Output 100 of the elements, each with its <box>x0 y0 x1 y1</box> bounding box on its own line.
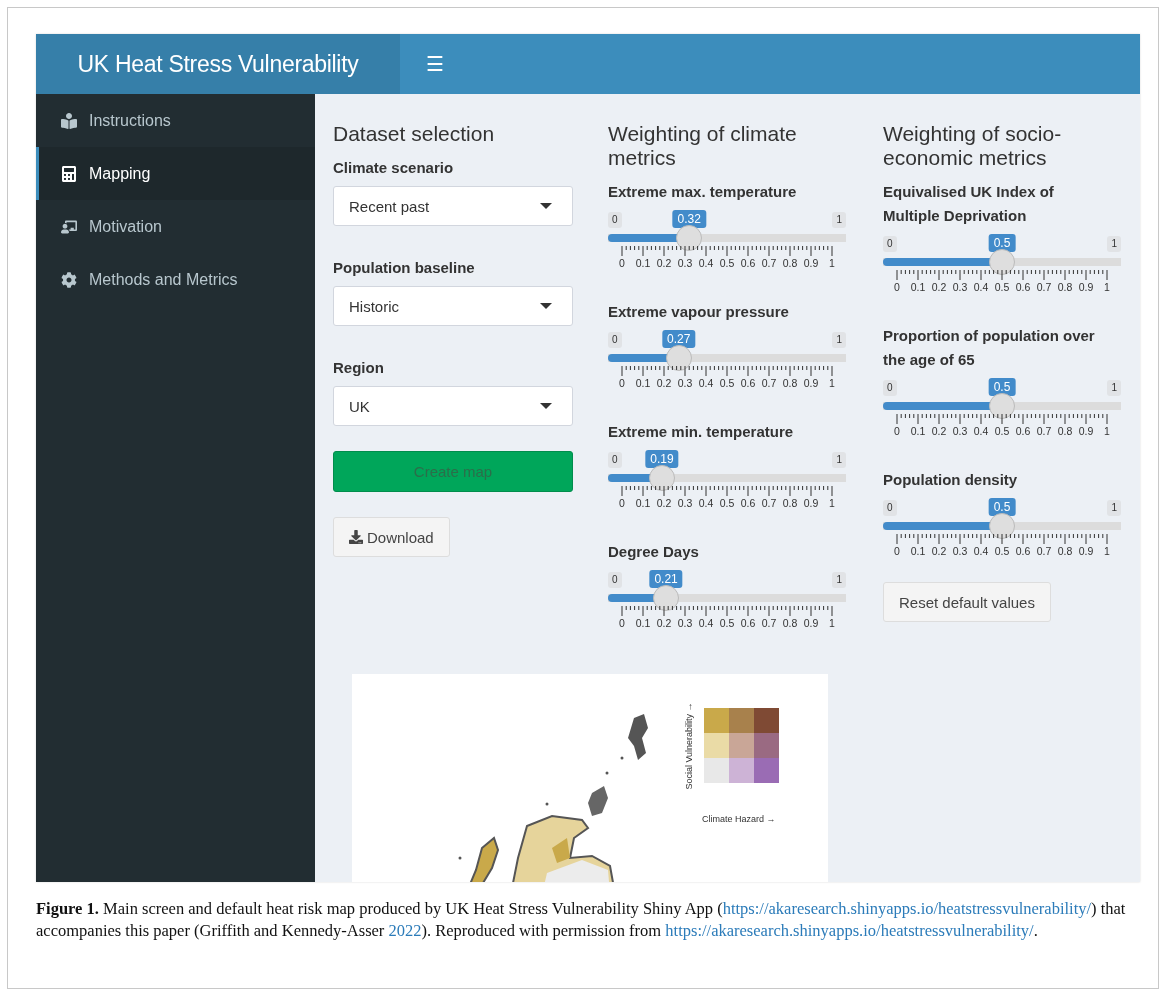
tick-label: 0.1 <box>635 617 651 629</box>
tick-label: 0.2 <box>656 497 672 509</box>
tick-label: 1 <box>829 497 835 509</box>
tick-label: 1 <box>1104 545 1110 557</box>
tick-label: 0.7 <box>1036 545 1052 557</box>
sidebar-item[interactable]: Mapping <box>36 147 315 200</box>
tick-label: 1 <box>829 257 835 269</box>
tick-label: 0 <box>619 257 625 269</box>
tick-label: 1 <box>829 377 835 389</box>
download-button[interactable]: Download <box>333 517 450 557</box>
tick-label: 0.1 <box>910 425 926 437</box>
calculator-icon <box>61 165 77 182</box>
caret-icon <box>540 403 552 409</box>
tick-label: 0.8 <box>782 617 798 629</box>
tick-label: 0.4 <box>973 425 989 437</box>
slider-handle[interactable] <box>989 513 1015 539</box>
figure-caption: Figure 1. Main screen and default heat risk map produced by UK Heat Stress Vulnerability Shiny App (https://akaresearch.shinyapps.io/heatstressvulnerability/) that accompanies this paper (Griffith and Kennedy-Asser 2022). Reproduced with permission from https://akaresearch.shinyapps.io/heatstressvulnerability/. <box>36 898 1127 942</box>
section-heading: Weighting of socio-economic metrics <box>883 122 1063 170</box>
slider-label: Extreme vapour pressure <box>608 302 790 322</box>
sidebar-item[interactable]: Methods and Metrics <box>36 253 315 306</box>
value-bubble: 0.27 <box>662 330 696 348</box>
tick-label: 0.2 <box>931 425 947 437</box>
download-icon <box>349 530 363 544</box>
field-label: Region <box>333 358 385 378</box>
slider-handle[interactable] <box>676 225 703 251</box>
reset-button[interactable]: Reset default values <box>883 582 1051 622</box>
slider-handle[interactable] <box>648 465 675 491</box>
tick-label: 0.8 <box>1057 545 1073 557</box>
gear-icon <box>61 271 77 288</box>
app-title: UK Heat Stress Vulnerability <box>36 34 400 94</box>
tick-label: 0.5 <box>719 377 735 389</box>
tick-label: 0.7 <box>1036 425 1052 437</box>
tick-label: 0.4 <box>698 257 714 269</box>
tick-label: 0.7 <box>1036 281 1052 293</box>
tick-label: 0.6 <box>740 617 756 629</box>
tick-label: 0.1 <box>635 257 651 269</box>
tick-label: 0.4 <box>698 617 714 629</box>
tick-label: 0.8 <box>782 497 798 509</box>
slider-label: Degree Days <box>608 542 700 562</box>
teacher-board-icon <box>61 218 77 235</box>
tick-label: 0.3 <box>677 497 693 509</box>
slider-handle[interactable] <box>989 249 1015 275</box>
slider-label: Equivalised UK Index of Multiple Deprivation <box>883 182 1055 226</box>
tick-label: 0.5 <box>994 545 1010 557</box>
tick-label: 0.1 <box>635 497 651 509</box>
caption-link[interactable]: https://akaresearch.shinyapps.io/heatstressvulnerability/ <box>722 899 1092 918</box>
tick-label: 0.2 <box>931 281 947 293</box>
tick-label: 0.8 <box>1057 425 1073 437</box>
caret-icon <box>540 303 552 309</box>
caption-link[interactable]: https://akaresearch.shinyapps.io/heatstressvulnerability/ <box>665 921 1034 940</box>
tick-label: 0.2 <box>656 257 672 269</box>
tick-label: 0 <box>894 281 900 293</box>
tick-label: 0.9 <box>803 377 819 389</box>
tick-label: 0.1 <box>910 281 926 293</box>
tick-label: 0.3 <box>952 281 968 293</box>
tick-label: 0.5 <box>719 617 735 629</box>
tick-label: 1 <box>1104 281 1110 293</box>
slider-handle[interactable] <box>989 393 1015 419</box>
caret-icon <box>540 203 552 209</box>
tick-label: 0 <box>894 425 900 437</box>
caption-link[interactable]: 2022 <box>388 921 422 940</box>
value-bubble: 0.32 <box>672 210 706 228</box>
tick-label: 0.7 <box>761 617 777 629</box>
menu-button[interactable]: ☰ <box>410 34 460 94</box>
dropdown[interactable]: Recent past <box>333 186 573 226</box>
slider-label: Population density <box>883 470 1019 490</box>
tick-label: 0.3 <box>677 377 693 389</box>
tick-label: 0 <box>619 497 625 509</box>
tick-label: 0.8 <box>1057 281 1073 293</box>
dropdown[interactable]: Historic <box>333 286 573 326</box>
tick-label: 1 <box>1104 425 1110 437</box>
tick-label: 0.2 <box>656 617 672 629</box>
tick-label: 0.7 <box>761 377 777 389</box>
sidebar-item[interactable]: Motivation <box>36 200 315 253</box>
sidebar-item[interactable]: Instructions <box>36 94 315 147</box>
axis-label: Social Vulnerability → <box>684 702 694 790</box>
tick-label: 0.6 <box>740 377 756 389</box>
tick-label: 0.4 <box>973 545 989 557</box>
slider-handle[interactable] <box>665 345 692 371</box>
tick-label: 0.6 <box>1015 425 1031 437</box>
tick-label: 0.4 <box>698 377 714 389</box>
section-heading: Dataset selection <box>333 122 496 146</box>
tick-label: 0.5 <box>719 257 735 269</box>
tick-label: 0.7 <box>761 257 777 269</box>
dropdown[interactable]: UK <box>333 386 573 426</box>
slider-label: Extreme min. temperature <box>608 422 795 442</box>
tick-label: 0 <box>619 377 625 389</box>
tick-label: 0.4 <box>698 497 714 509</box>
tick-label: 0.6 <box>740 257 756 269</box>
tick-label: 0.8 <box>782 257 798 269</box>
tick-label: 0.2 <box>931 545 947 557</box>
field-label: Climate scenario <box>333 158 455 178</box>
tick-label: 0.9 <box>803 257 819 269</box>
tick-label: 0.6 <box>1015 281 1031 293</box>
tick-label: 0.5 <box>994 425 1010 437</box>
slider-label: Extreme max. temperature <box>608 182 798 202</box>
slider-label: Proportion of population over the age of 65 <box>883 326 1096 370</box>
slider-handle[interactable] <box>653 585 680 611</box>
tick-label: 0.9 <box>1078 545 1094 557</box>
axis-label: Climate Hazard → <box>702 814 777 824</box>
